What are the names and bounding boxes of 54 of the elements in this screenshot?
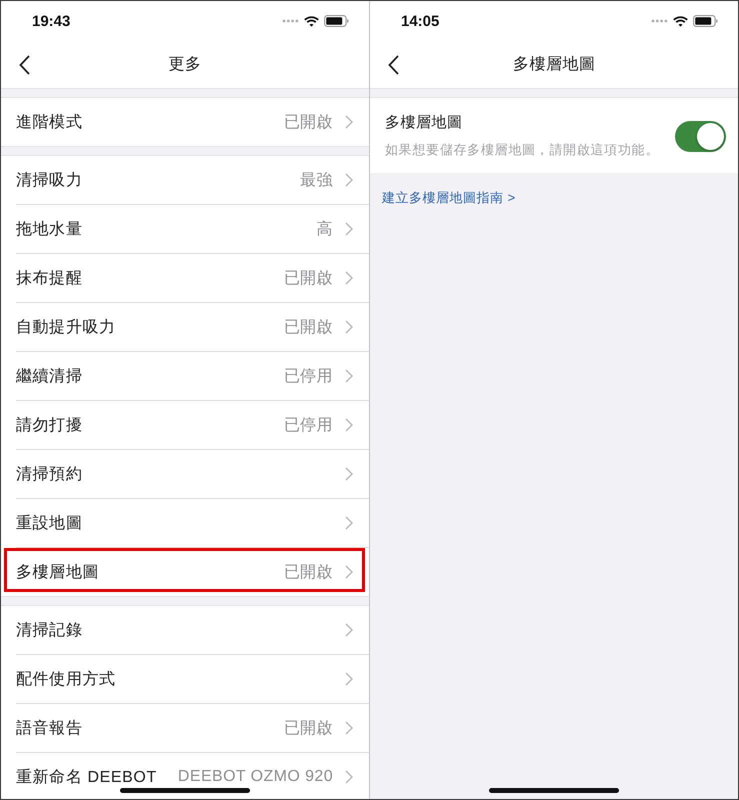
toggle-switch[interactable] <box>675 120 726 152</box>
row-label: 清掃預約 <box>16 464 82 484</box>
row-label: 自動提升吸力 <box>16 318 116 338</box>
row-value: 已開啟 <box>284 268 333 288</box>
guide-link[interactable]: 建立多樓層地圖指南 > <box>382 189 516 207</box>
row-label: 重設地圖 <box>16 514 82 534</box>
battery-icon <box>693 15 718 27</box>
row-label: 請勿打擾 <box>16 416 82 436</box>
row-label: 拖地水量 <box>16 220 82 240</box>
row-label: 重新命名 DEEBOT <box>16 768 157 788</box>
battery-icon <box>324 15 349 27</box>
chevron-left-icon <box>388 55 398 75</box>
chevron-right-icon <box>345 565 353 579</box>
chevron-right-icon <box>345 418 353 432</box>
row-value: 已開啟 <box>284 718 333 738</box>
setting-title: 多樓層地圖 <box>385 113 464 132</box>
chevron-right-icon <box>345 271 353 285</box>
row-value: 高 <box>316 220 333 240</box>
row-label: 配件使用方式 <box>16 670 116 690</box>
row-value: 已開啟 <box>284 562 333 582</box>
chevron-right-icon <box>345 623 353 637</box>
status-time: 19:43 <box>32 12 70 30</box>
chevron-right-icon <box>345 770 353 784</box>
chevron-right-icon <box>345 516 353 530</box>
row-label: 清掃吸力 <box>16 170 82 190</box>
signal-dots-icon <box>282 19 299 23</box>
nav-title: 更多 <box>168 55 202 75</box>
row-value: 已開啟 <box>284 318 333 338</box>
chevron-right-icon <box>345 173 353 187</box>
wifi-icon <box>304 16 319 26</box>
row-value: 最強 <box>300 170 333 190</box>
setting-description: 如果想要儲存多樓層地圖，請開啟這項功能。 <box>385 141 659 159</box>
row-value: 已開啟 <box>284 112 333 132</box>
chevron-right-icon <box>345 115 353 129</box>
nav-title: 多樓層地圖 <box>512 54 596 75</box>
signal-dots-icon <box>651 19 668 23</box>
row-label: 進階模式 <box>16 112 82 132</box>
row-label: 語音報告 <box>16 718 82 738</box>
row-value: DEEBOT OZMO 920 <box>178 768 333 786</box>
chevron-right-icon <box>345 467 353 481</box>
status-time: 14:05 <box>401 12 440 30</box>
row-value: 已停用 <box>284 366 333 386</box>
row-label: 清掃記錄 <box>16 620 82 640</box>
row-label: 繼續清掃 <box>16 366 82 386</box>
wifi-icon <box>673 16 688 26</box>
row-label: 抹布提醒 <box>16 268 82 288</box>
chevron-right-icon <box>345 222 353 236</box>
chevron-left-icon <box>18 55 30 75</box>
chevron-right-icon <box>345 320 353 334</box>
chevron-right-icon <box>345 672 353 686</box>
chevron-right-icon <box>345 721 353 735</box>
row-value: 已停用 <box>284 416 333 436</box>
row-label: 多樓層地圖 <box>16 562 99 582</box>
chevron-right-icon <box>345 369 353 383</box>
